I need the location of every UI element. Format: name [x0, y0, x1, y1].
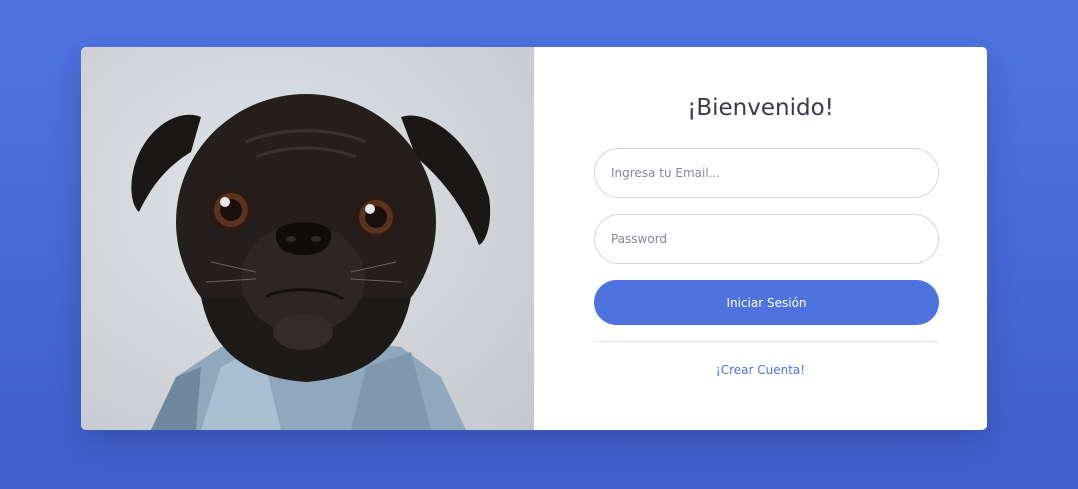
login-button[interactable]: Iniciar Sesión — [594, 280, 939, 325]
login-form: ¡Bienvenido! Iniciar Sesión ¡Crear Cuent… — [534, 47, 987, 430]
pug-photo — [81, 47, 534, 430]
login-card: ¡Bienvenido! Iniciar Sesión ¡Crear Cuent… — [81, 47, 987, 430]
welcome-title: ¡Bienvenido! — [687, 95, 834, 121]
divider — [594, 341, 939, 342]
create-account-link[interactable]: ¡Crear Cuenta! — [534, 363, 987, 377]
password-input[interactable] — [594, 214, 939, 264]
email-input[interactable] — [594, 148, 939, 198]
